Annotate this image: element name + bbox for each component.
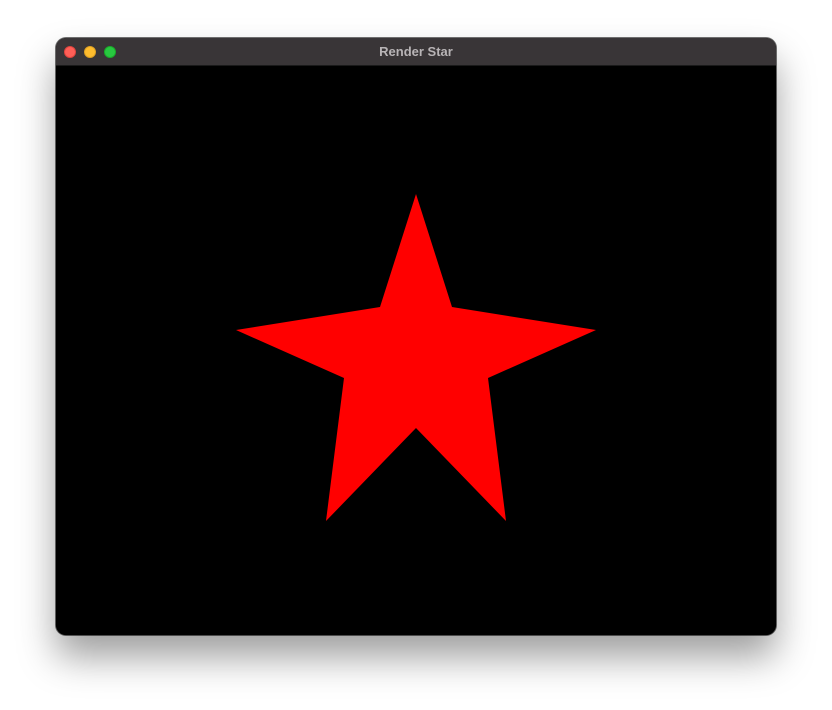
title-bar[interactable]: Render Star [56, 38, 776, 66]
red-star [236, 194, 596, 521]
star-graphic [236, 194, 596, 521]
render-canvas[interactable] [56, 66, 776, 635]
window-title: Render Star [379, 44, 453, 59]
app-window: Render Star [56, 38, 776, 635]
